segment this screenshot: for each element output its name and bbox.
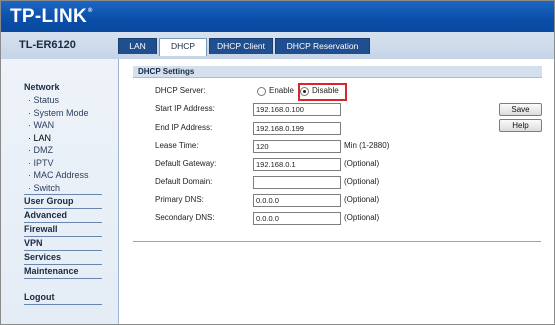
primary-dns-label: Primary DNS: — [155, 195, 204, 204]
dhcp-enable-label[interactable]: Enable — [269, 86, 294, 95]
sidebar-item-user-group[interactable]: User Group — [24, 195, 102, 209]
primary-dns-input[interactable]: 0.0.0.0 — [253, 194, 341, 207]
tab-lan[interactable]: LAN — [118, 38, 157, 54]
sidebar-item-firewall[interactable]: Firewall — [24, 223, 102, 237]
brand-logo: TP-LINK® — [10, 6, 93, 27]
lease-time-input[interactable]: 120 — [253, 140, 341, 153]
panel-divider — [133, 241, 541, 242]
router-admin-window: TP-LINK® TL-ER6120 LAN DHCP DHCP Client … — [0, 0, 555, 325]
sidebar-item-vpn[interactable]: VPN — [24, 237, 102, 251]
tab-dhcp[interactable]: DHCP — [159, 38, 207, 56]
sidebar-item-mac-address[interactable]: · MAC Address — [24, 169, 102, 182]
dhcp-server-label: DHCP Server: — [155, 86, 206, 95]
domain-hint: (Optional) — [344, 177, 380, 186]
dhcp-enable-radio[interactable] — [257, 87, 266, 96]
secondary-dns-hint: (Optional) — [344, 213, 380, 222]
sidebar-item-status[interactable]: · Status — [24, 94, 102, 107]
sidebar-item-maintenance[interactable]: Maintenance — [24, 265, 102, 279]
sidebar-item-services[interactable]: Services — [24, 251, 102, 265]
sidebar-item-dmz[interactable]: · DMZ — [24, 144, 102, 157]
domain-input[interactable] — [253, 176, 341, 189]
start-ip-input[interactable]: 192.168.0.100 — [253, 103, 341, 116]
primary-dns-hint: (Optional) — [344, 195, 380, 204]
gateway-input[interactable]: 192.168.0.1 — [253, 158, 341, 171]
end-ip-input[interactable]: 192.168.0.199 — [253, 122, 341, 135]
sidebar-item-network[interactable]: Network — [24, 81, 102, 94]
gateway-hint: (Optional) — [344, 159, 380, 168]
sidebar-item-advanced[interactable]: Advanced — [24, 209, 102, 223]
disable-highlight-box — [298, 83, 347, 101]
header-bar: TP-LINK® — [1, 1, 554, 32]
secondary-dns-input[interactable]: 0.0.0.0 — [253, 212, 341, 225]
sidebar-nav: Network · Status · System Mode · WAN · L… — [24, 81, 102, 305]
help-button[interactable]: Help — [499, 119, 542, 132]
tab-dhcp-client[interactable]: DHCP Client — [209, 38, 273, 54]
save-button[interactable]: Save — [499, 103, 542, 116]
gateway-label: Default Gateway: — [155, 159, 217, 168]
sidebar-item-wan[interactable]: · WAN — [24, 119, 102, 132]
lease-time-label: Lease Time: — [155, 141, 199, 150]
end-ip-label: End IP Address: — [155, 123, 213, 132]
sidebar-item-iptv[interactable]: · IPTV — [24, 157, 102, 170]
sidebar-item-switch[interactable]: · Switch — [24, 182, 102, 195]
panel-title: DHCP Settings — [133, 66, 542, 78]
tab-dhcp-reservation[interactable]: DHCP Reservation — [275, 38, 370, 54]
start-ip-label: Start IP Address: — [155, 104, 215, 113]
sidebar-item-lan[interactable]: · LAN — [24, 132, 102, 145]
sidebar-item-logout[interactable]: Logout — [24, 291, 102, 305]
model-name: TL-ER6120 — [19, 39, 76, 51]
secondary-dns-label: Secondary DNS: — [155, 213, 215, 222]
sidebar-item-system-mode[interactable]: · System Mode — [24, 107, 102, 120]
domain-label: Default Domain: — [155, 177, 213, 186]
sidebar: Network · Status · System Mode · WAN · L… — [1, 59, 119, 324]
lease-time-hint: Min (1-2880) — [344, 141, 390, 150]
